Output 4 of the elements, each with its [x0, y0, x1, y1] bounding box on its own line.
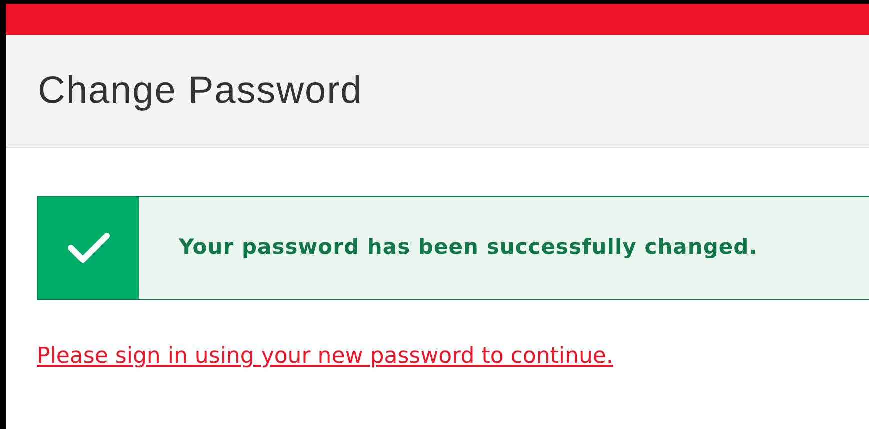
alert-message: Your password has been successfully changed. [179, 234, 758, 262]
sign-in-link[interactable]: Please sign in using your new password to continue. [37, 340, 614, 373]
checkmark-icon [66, 231, 110, 265]
page-title: Change Password [38, 68, 363, 114]
